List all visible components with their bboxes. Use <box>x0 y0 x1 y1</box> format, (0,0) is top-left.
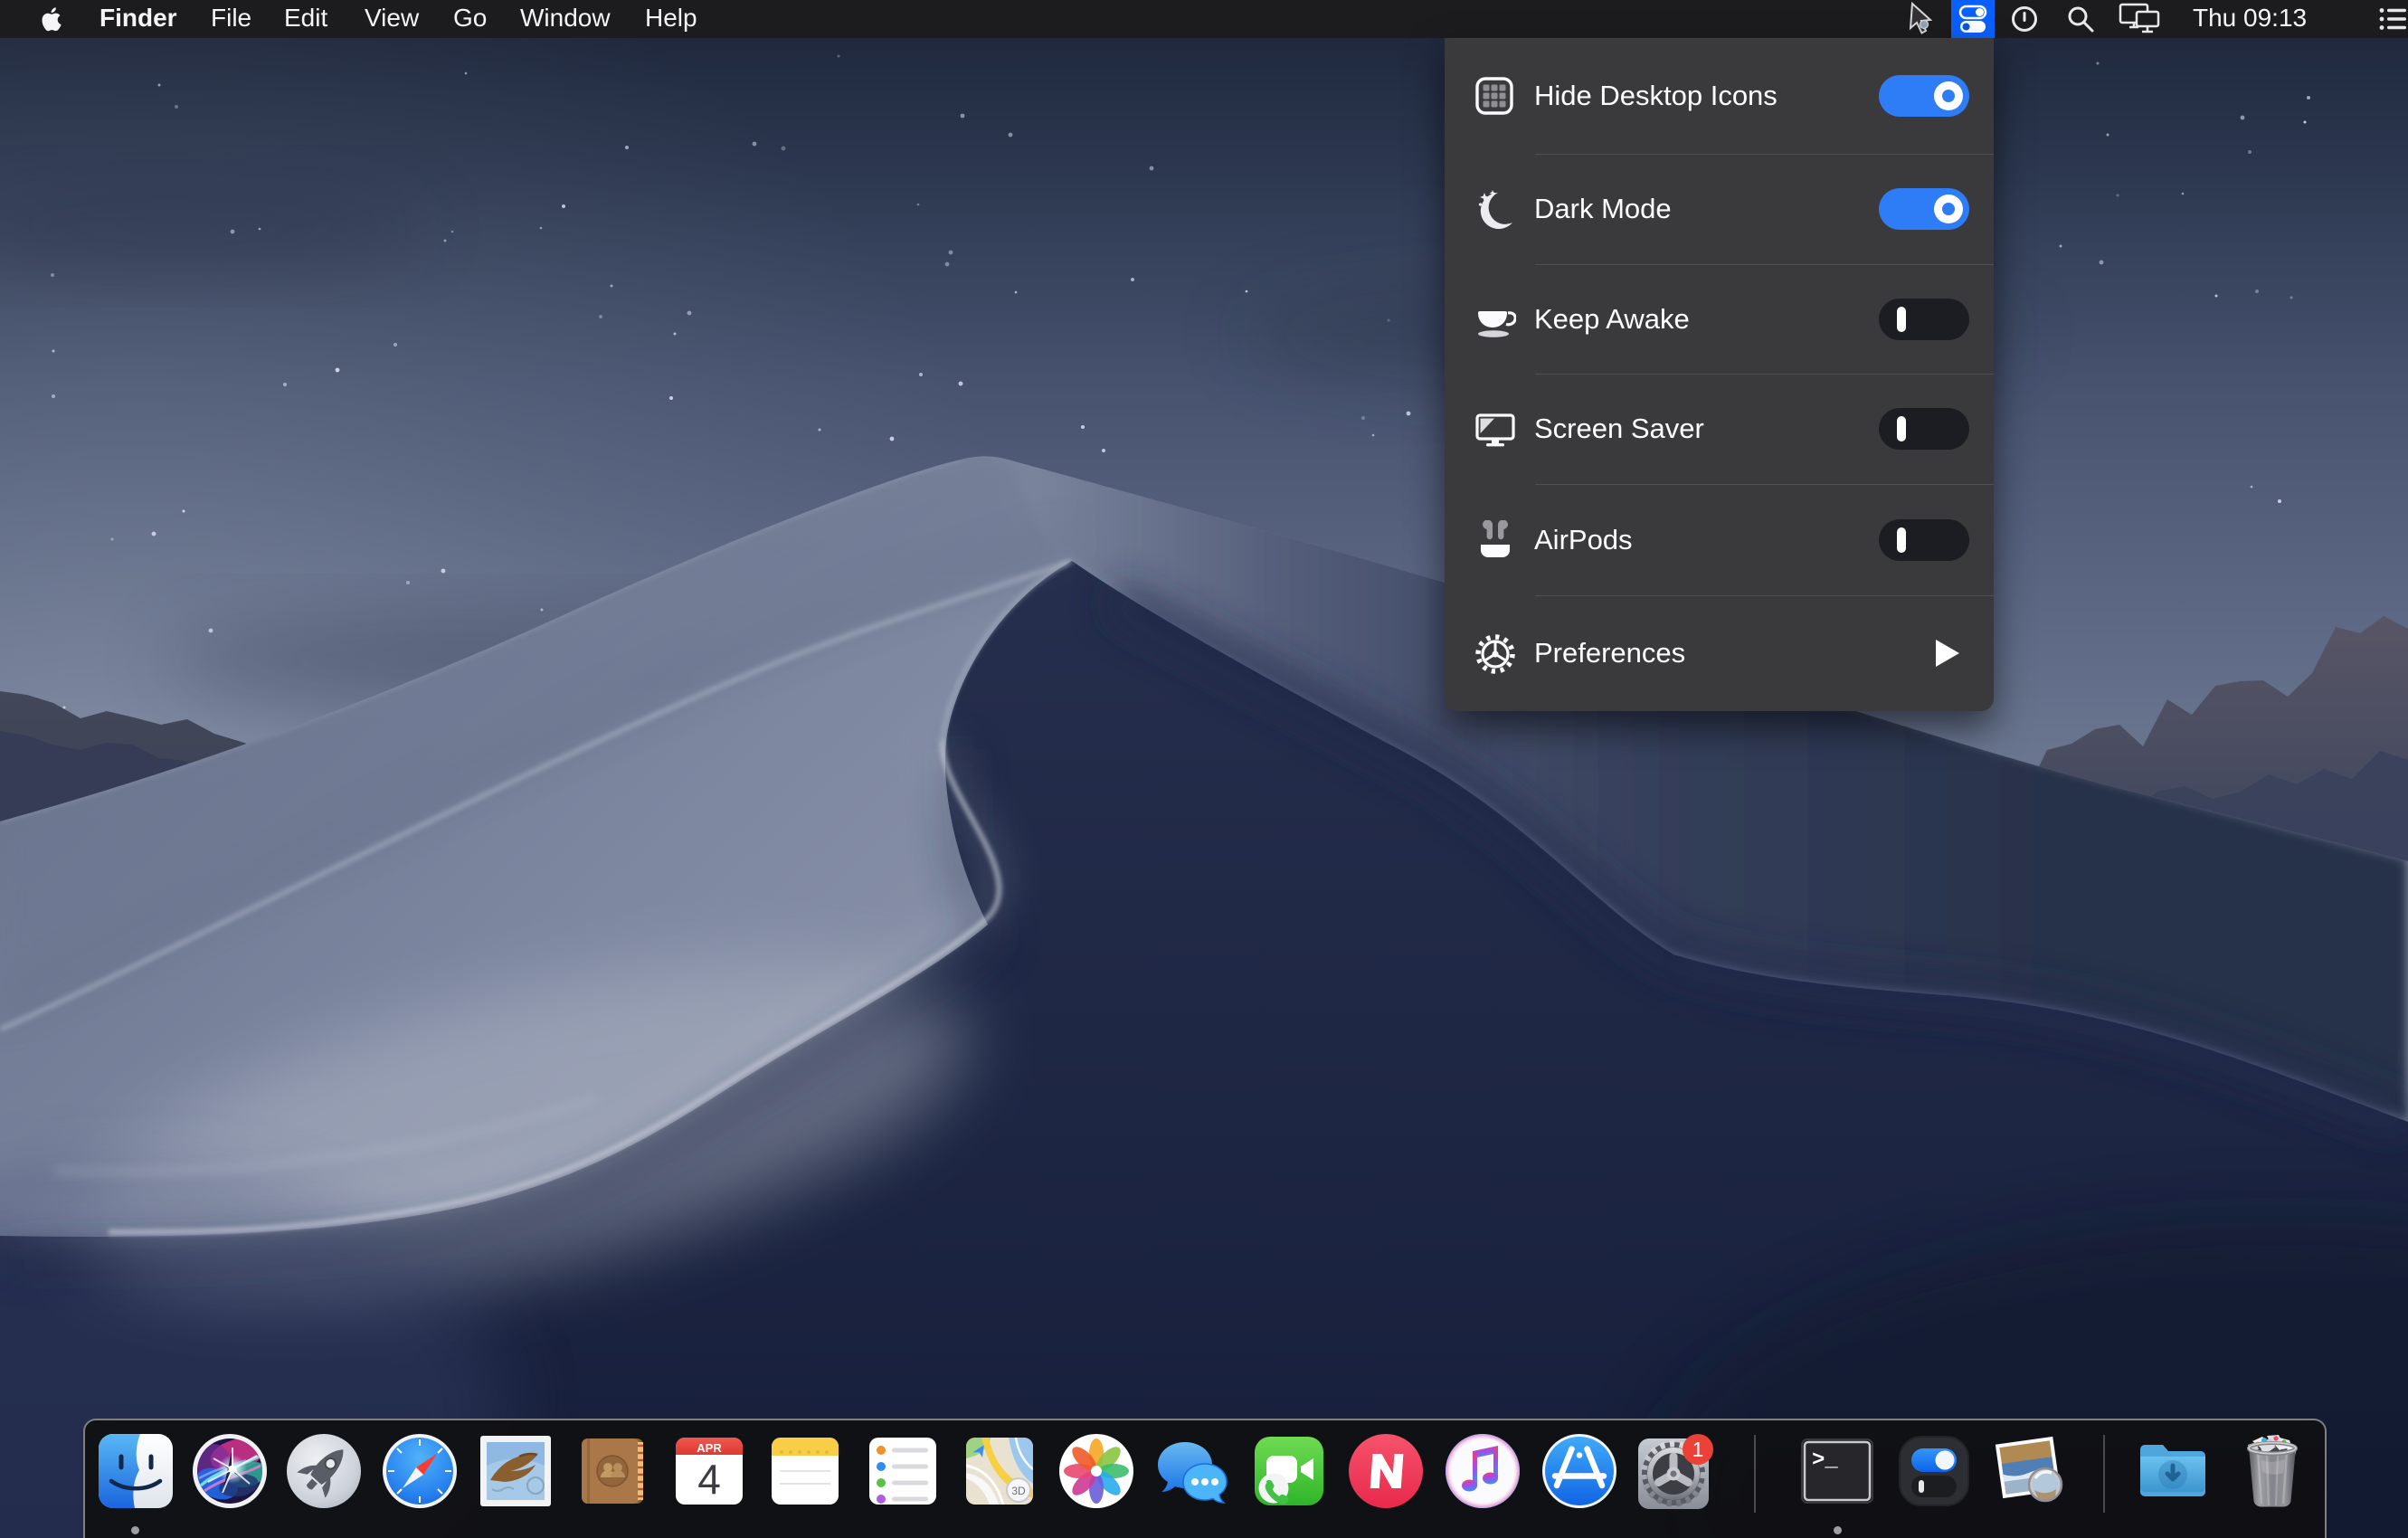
svg-text:>_: >_ <box>1812 1448 1838 1473</box>
svg-text:1: 1 <box>1692 1438 1704 1461</box>
svg-text:4: 4 <box>697 1456 721 1503</box>
svg-text:APR: APR <box>697 1441 722 1455</box>
svg-text:3D: 3D <box>1011 1485 1026 1497</box>
